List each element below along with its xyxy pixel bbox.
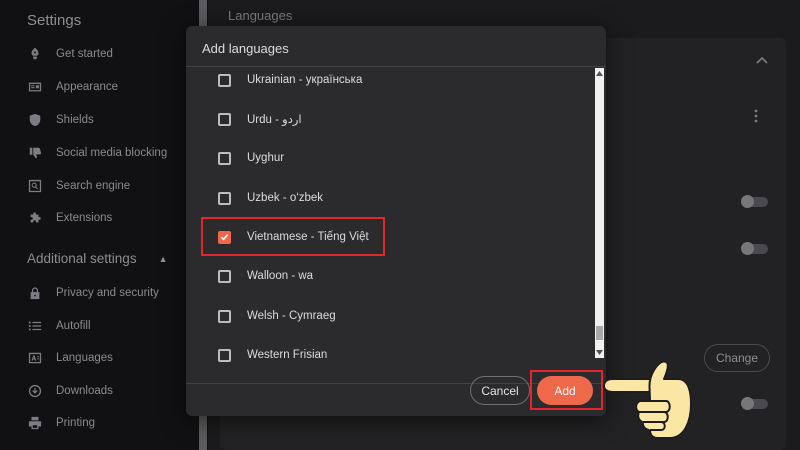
sidebar-item-label: Languages [56, 352, 113, 364]
language-option-urdu[interactable]: Urdu - اردو [218, 109, 302, 129]
thumbs-down-icon [28, 146, 42, 160]
checkbox[interactable] [218, 309, 231, 323]
setting-toggle[interactable] [741, 397, 768, 410]
checkbox[interactable] [218, 269, 231, 283]
sidebar-item-label: Shields [56, 114, 94, 126]
sidebar-item-extensions[interactable]: Extensions [28, 208, 112, 228]
sidebar-item-social-media-blocking[interactable]: Social media blocking [28, 143, 167, 163]
language-option-welsh[interactable]: Welsh - Cymraeg [218, 306, 336, 326]
checkbox[interactable] [218, 348, 231, 362]
download-icon [28, 384, 42, 398]
language-label: Uzbek - o‘zbek [247, 192, 324, 204]
appearance-icon [28, 80, 42, 94]
language-option-walloon[interactable]: Walloon - wa [218, 266, 313, 286]
dialog-title: Add languages [202, 41, 289, 56]
sidebar-item-get-started[interactable]: Get started [28, 44, 113, 64]
list-scrollbar-thumb[interactable] [596, 326, 603, 340]
sidebar-item-printing[interactable]: Printing [28, 413, 95, 433]
language-label: Western Frisian [247, 349, 328, 361]
lock-icon [28, 286, 42, 300]
language-label: Walloon - wa [247, 270, 314, 282]
additional-settings-toggle[interactable]: Additional settings ▲ [27, 251, 168, 266]
additional-settings-label: Additional settings [27, 251, 137, 266]
language-option-uzbek[interactable]: Uzbek - o‘zbek [218, 188, 323, 208]
sidebar-item-shields[interactable]: Shields [28, 110, 94, 130]
sidebar-item-privacy[interactable]: Privacy and security [28, 283, 159, 303]
settings-sidebar: Settings Get started Appearance Shields … [0, 0, 198, 450]
scroll-up-arrow-icon[interactable] [595, 69, 604, 78]
sidebar-item-label: Get started [56, 48, 113, 60]
sidebar-item-appearance[interactable]: Appearance [28, 77, 118, 97]
more-options-icon[interactable] [752, 108, 760, 124]
sidebar-item-label: Extensions [56, 212, 113, 224]
language-option-ukrainian[interactable]: Ukrainian - українська [218, 70, 362, 90]
section-heading: Languages [228, 8, 293, 23]
checkbox[interactable] [218, 191, 231, 205]
language-label: Welsh - Cymraeg [247, 310, 336, 322]
puzzle-icon [28, 211, 42, 225]
list-scrollbar[interactable] [595, 68, 604, 358]
add-button-highlight-box [530, 370, 603, 410]
language-option-western-frisian[interactable]: Western Frisian [218, 345, 327, 365]
sidebar-item-languages[interactable]: Languages [28, 348, 113, 368]
list-icon [28, 319, 42, 333]
sidebar-item-label: Privacy and security [56, 287, 159, 299]
settings-title: Settings [27, 12, 82, 29]
sidebar-item-label: Autofill [56, 320, 91, 332]
search-icon [28, 179, 42, 193]
sidebar-item-downloads[interactable]: Downloads [28, 381, 113, 401]
checkbox[interactable] [218, 112, 231, 126]
caret-up-icon: ▲ [158, 253, 168, 264]
setting-toggle[interactable] [741, 242, 768, 255]
checkbox[interactable] [218, 73, 231, 87]
chevron-up-icon[interactable] [755, 56, 769, 66]
sidebar-item-label: Social media blocking [56, 147, 168, 159]
change-button[interactable]: Change [704, 344, 770, 372]
sidebar-item-autofill[interactable]: Autofill [28, 316, 91, 336]
language-label: Urdu - اردو [247, 114, 302, 126]
pointing-hand-icon [603, 360, 692, 439]
translate-icon [28, 351, 42, 365]
shield-icon [28, 113, 42, 127]
cancel-button[interactable]: Cancel [470, 376, 530, 405]
sidebar-item-label: Appearance [56, 81, 119, 93]
printer-icon [28, 416, 42, 430]
language-label: Uyghur [247, 152, 285, 164]
sidebar-item-label: Search engine [56, 180, 131, 192]
sidebar-item-label: Printing [56, 417, 95, 429]
language-option-uyghur[interactable]: Uyghur [218, 148, 284, 168]
sidebar-item-label: Downloads [56, 385, 113, 397]
language-label: Ukrainian - українська [247, 74, 363, 86]
setting-toggle[interactable] [741, 195, 768, 208]
vietnamese-highlight-box [201, 217, 385, 256]
sidebar-item-search-engine[interactable]: Search engine [28, 176, 130, 196]
rocket-icon [28, 47, 42, 61]
checkbox[interactable] [218, 151, 231, 165]
